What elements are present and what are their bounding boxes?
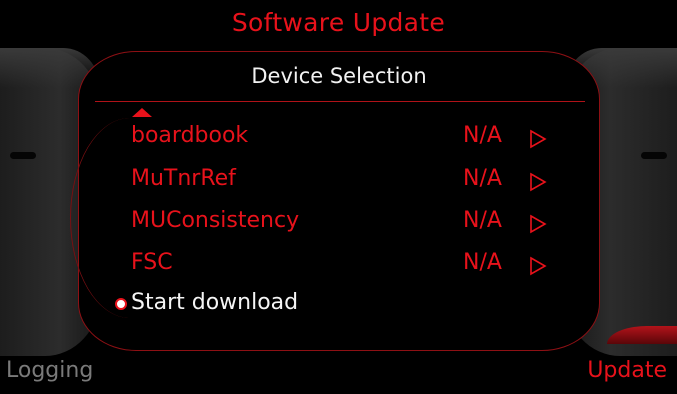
play-outline-icon (530, 172, 547, 192)
page-title: Software Update (231, 8, 446, 37)
device-value: N/A (463, 250, 502, 275)
device-value: N/A (463, 123, 502, 148)
device-name: FSC (131, 250, 173, 275)
device-value: N/A (463, 208, 502, 233)
screen: Software Update Device Selection boardbo… (0, 0, 677, 394)
start-download-label: Start download (131, 290, 299, 315)
device-value: N/A (463, 166, 502, 191)
device-name: boardbook (131, 123, 249, 148)
scroll-up-icon[interactable] (132, 108, 152, 117)
radio-dot-icon (115, 298, 127, 310)
panel-title: Device Selection (251, 64, 427, 88)
start-download-option[interactable]: Start download (112, 290, 412, 320)
device-row-fsc[interactable]: FSC N/A (131, 250, 561, 280)
device-row-mutnrref[interactable]: MuTnrRef N/A (131, 166, 561, 196)
header-divider (95, 101, 585, 102)
left-bezel-notch (10, 152, 36, 159)
device-name: MUConsistency (131, 208, 300, 233)
logging-softkey[interactable]: Logging (6, 358, 93, 383)
play-outline-icon (530, 214, 547, 234)
right-bezel-notch (641, 152, 667, 159)
play-outline-icon (530, 256, 547, 276)
update-softkey[interactable]: Update (587, 358, 667, 383)
device-name: MuTnrRef (131, 166, 236, 191)
device-row-muconsistency[interactable]: MUConsistency N/A (131, 208, 561, 238)
device-row-boardbook[interactable]: boardbook N/A (131, 123, 561, 153)
play-outline-icon (530, 129, 547, 149)
